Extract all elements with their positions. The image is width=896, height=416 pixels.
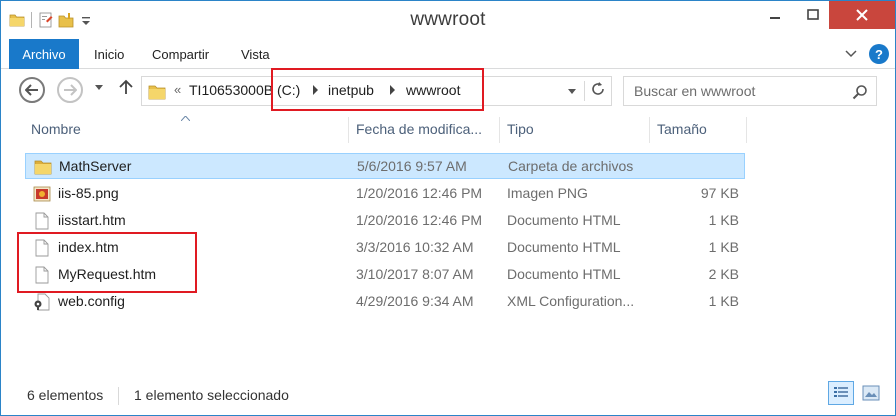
- address-separator: [584, 81, 585, 101]
- large-icons-view-icon: [862, 385, 880, 401]
- file-type: Carpeta de archivos: [508, 158, 634, 174]
- tab-compartir[interactable]: Compartir: [152, 39, 209, 69]
- column-separator[interactable]: [746, 117, 747, 143]
- status-separator: [118, 387, 119, 405]
- file-size: 2 KB: [708, 266, 739, 282]
- folder-icon: [148, 84, 166, 103]
- expand-ribbon-button[interactable]: [845, 46, 857, 62]
- maximize-button[interactable]: [797, 1, 829, 29]
- crumb-arrow-icon[interactable]: [313, 85, 318, 95]
- overflow-crumb[interactable]: «: [174, 82, 181, 97]
- ribbon-tabs: Archivo Inicio Compartir Vista ?: [1, 39, 895, 69]
- file-date: 4/29/2016 9:34 AM: [356, 293, 474, 309]
- column-separator[interactable]: [499, 117, 500, 143]
- sort-ascending-icon: [180, 114, 191, 123]
- column-headers: Nombre Fecha de modifica... Tipo Tamaño: [1, 111, 895, 147]
- file-name: iis-85.png: [58, 185, 119, 201]
- item-count: 6 elementos: [27, 387, 104, 403]
- file-row-index[interactable]: index.htm 3/3/2016 10:32 AM Documento HT…: [25, 235, 745, 261]
- document-icon: [33, 239, 51, 257]
- large-icons-view-button[interactable]: [858, 381, 884, 405]
- file-size: 1 KB: [708, 212, 739, 228]
- file-name: web.config: [58, 293, 125, 309]
- file-size: 97 KB: [700, 185, 739, 201]
- close-icon: [856, 9, 868, 21]
- close-button[interactable]: [829, 1, 895, 29]
- file-type: Documento HTML: [507, 212, 621, 228]
- selection-count: 1 elemento seleccionado: [134, 387, 289, 403]
- file-row-iis-85[interactable]: iis-85.png 1/20/2016 12:46 PM Imagen PNG…: [25, 181, 745, 207]
- file-size: 1 KB: [708, 239, 739, 255]
- file-date: 3/10/2017 8:07 AM: [356, 266, 474, 282]
- image-file-icon: [33, 185, 51, 203]
- file-row-iisstart[interactable]: iisstart.htm 1/20/2016 12:46 PM Document…: [25, 208, 745, 234]
- crumb-wwwroot[interactable]: wwwroot: [406, 82, 460, 98]
- column-name[interactable]: Nombre: [31, 121, 81, 137]
- document-icon: [33, 266, 51, 284]
- chevron-down-icon: [95, 85, 103, 90]
- file-date: 5/6/2016 9:57 AM: [357, 158, 467, 174]
- maximize-icon: [807, 9, 819, 20]
- file-row-web-config[interactable]: web.config 4/29/2016 9:34 AM XML Configu…: [25, 289, 745, 315]
- arrow-right-icon: [64, 84, 77, 96]
- address-bar[interactable]: « TI10653000B (C:) inetpub wwwroot: [141, 76, 612, 106]
- crumb-drive[interactable]: TI10653000B (C:): [189, 82, 300, 98]
- column-separator[interactable]: [649, 117, 650, 143]
- arrow-up-icon: [119, 79, 133, 94]
- tab-vista[interactable]: Vista: [241, 39, 270, 69]
- chevron-down-icon: [568, 89, 576, 94]
- file-date: 1/20/2016 12:46 PM: [356, 185, 483, 201]
- file-name: MathServer: [59, 158, 132, 174]
- folder-icon: [34, 158, 52, 176]
- file-name: MyRequest.htm: [58, 266, 157, 282]
- file-size: 1 KB: [708, 293, 739, 309]
- status-bar: 6 elementos 1 elemento seleccionado: [1, 379, 895, 415]
- file-type: XML Configuration...: [507, 293, 635, 309]
- help-button[interactable]: ?: [869, 44, 889, 64]
- search-icon[interactable]: [852, 84, 868, 103]
- arrow-left-icon: [25, 84, 38, 96]
- refresh-button[interactable]: [588, 80, 608, 102]
- tab-archivo[interactable]: Archivo: [9, 39, 79, 69]
- column-type[interactable]: Tipo: [507, 121, 534, 137]
- title-bar: wwwroot: [1, 1, 895, 39]
- ribbon-controls: ?: [845, 44, 889, 64]
- back-button[interactable]: [19, 77, 45, 103]
- file-date: 1/20/2016 12:46 PM: [356, 212, 483, 228]
- explorer-window: wwwroot Archivo Inicio Compartir Vista ?: [0, 0, 896, 416]
- file-type: Imagen PNG: [507, 185, 588, 201]
- refresh-icon: [592, 82, 604, 95]
- crumb-arrow-icon[interactable]: [390, 85, 395, 95]
- up-button[interactable]: [119, 79, 133, 100]
- file-row-mathserver[interactable]: MathServer 5/6/2016 9:57 AM Carpeta de a…: [25, 153, 745, 179]
- tab-inicio[interactable]: Inicio: [94, 39, 124, 69]
- file-name: index.htm: [58, 239, 119, 255]
- config-file-icon: [33, 293, 51, 311]
- forward-button[interactable]: [57, 77, 83, 103]
- minimize-icon: [770, 17, 780, 19]
- details-view-icon: [834, 387, 848, 397]
- file-type: Documento HTML: [507, 239, 621, 255]
- file-name: iisstart.htm: [58, 212, 126, 228]
- navigation-bar: « TI10653000B (C:) inetpub wwwroot: [1, 69, 895, 111]
- search-box: [623, 76, 877, 106]
- file-row-myrequest[interactable]: MyRequest.htm 3/10/2017 8:07 AM Document…: [25, 262, 745, 288]
- column-separator[interactable]: [348, 117, 349, 143]
- crumb-inetpub[interactable]: inetpub: [328, 82, 374, 98]
- file-date: 3/3/2016 10:32 AM: [356, 239, 474, 255]
- chevron-down-icon: [845, 50, 857, 58]
- recent-locations-button[interactable]: [95, 83, 103, 93]
- column-date[interactable]: Fecha de modifica...: [356, 121, 482, 137]
- document-icon: [33, 212, 51, 230]
- search-input[interactable]: [625, 78, 845, 104]
- details-view-button[interactable]: [828, 381, 854, 405]
- address-history-button[interactable]: [568, 87, 576, 97]
- minimize-button[interactable]: [753, 1, 797, 29]
- column-size[interactable]: Tamaño: [657, 121, 707, 137]
- file-type: Documento HTML: [507, 266, 621, 282]
